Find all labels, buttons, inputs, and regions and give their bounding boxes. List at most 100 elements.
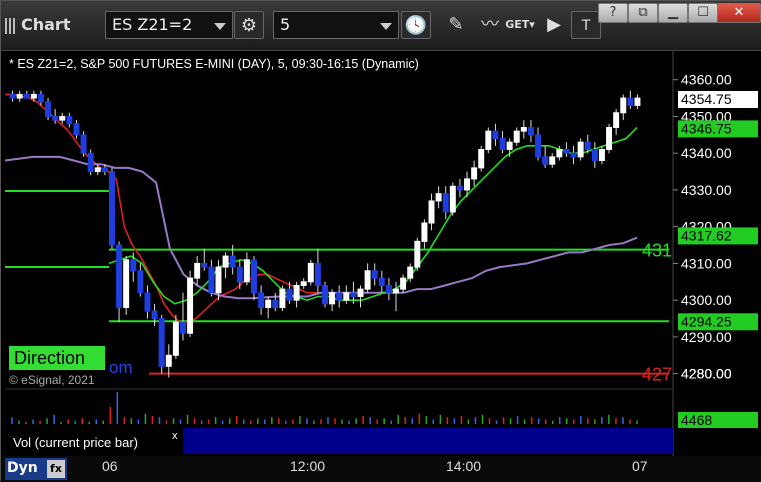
text-icon: T	[581, 18, 591, 34]
candle-body	[272, 299, 279, 309]
grip-icon[interactable]	[5, 17, 17, 34]
candle-body	[108, 171, 115, 246]
price-tick-label: 4310.00	[681, 255, 732, 271]
candle-body	[542, 156, 549, 165]
candle-body	[598, 149, 605, 162]
price-label: 4346.75	[681, 120, 732, 136]
candle-body	[364, 270, 371, 290]
candle-body	[577, 141, 584, 158]
price-label: 4280.00	[681, 366, 732, 382]
symbol-input[interactable]: ES Z21=2	[105, 11, 233, 39]
vol-close-icon[interactable]: x	[172, 430, 178, 442]
candle-body	[165, 354, 172, 367]
candle-body	[123, 259, 130, 309]
candle-body	[371, 270, 378, 279]
candle-body	[137, 270, 144, 294]
candle-body	[116, 244, 123, 309]
candle-body	[222, 255, 229, 268]
candle-body	[258, 292, 265, 309]
get-icon: GET▾	[505, 18, 535, 31]
close-button[interactable]: ✕	[717, 3, 761, 23]
help-button[interactable]: ?	[598, 3, 628, 23]
candle-body	[293, 284, 300, 301]
candle-body	[300, 281, 307, 286]
candle-body	[620, 97, 627, 114]
help-icon: ?	[609, 5, 617, 20]
candle-body	[343, 292, 350, 301]
clock-button[interactable]: 🕓	[401, 11, 431, 39]
partial-label: om	[109, 358, 133, 377]
candle-body	[94, 167, 101, 173]
candle-body	[400, 277, 407, 290]
candle-body	[251, 259, 257, 294]
link-button[interactable]: ⧉	[628, 3, 658, 23]
symbol-value: ES Z21=2	[112, 15, 193, 34]
candle-body	[471, 167, 478, 180]
bottom-bar: Dyn fx	[1, 456, 761, 482]
candle-body	[535, 134, 542, 158]
interval-input[interactable]: 5	[273, 11, 399, 39]
candle-body	[485, 130, 492, 151]
candle-body	[151, 310, 158, 320]
volume-last-label: 4468	[681, 412, 712, 428]
direction-label: Direction	[14, 348, 85, 368]
get-button[interactable]: GET▾	[505, 11, 535, 39]
candle-body	[9, 93, 16, 99]
candle-body	[414, 240, 421, 268]
candle-body	[130, 259, 137, 272]
text-tool-button[interactable]: T	[571, 11, 601, 39]
candle-body	[627, 97, 634, 106]
candle-body	[393, 288, 399, 294]
minimize-icon: ▁	[668, 5, 678, 20]
fx-icon[interactable]: fx	[47, 460, 65, 478]
candle-body	[59, 115, 66, 121]
candle-body	[606, 126, 613, 151]
price-chart[interactable]: * ES Z21=2, S&P 500 FUTURES E-MINI (DAY)…	[1, 51, 761, 456]
candle-body	[37, 93, 44, 103]
candle-body	[144, 292, 151, 312]
close-icon: ✕	[733, 5, 745, 20]
settings-gear-button[interactable]: ⚙	[234, 11, 264, 39]
candle-body	[172, 321, 179, 356]
dyn-button[interactable]: Dyn fx	[5, 458, 67, 480]
app-title[interactable]: Chart	[5, 15, 70, 34]
candle-body	[229, 255, 236, 268]
candle-body	[329, 292, 336, 305]
study-button[interactable]: 〰	[475, 11, 505, 39]
candle-body	[87, 152, 94, 173]
candle-body	[385, 284, 392, 294]
maximize-button[interactable]: ☐	[688, 3, 718, 23]
candle-body	[378, 277, 385, 286]
candle-body	[243, 259, 250, 283]
candle-body	[357, 288, 364, 297]
candle-body	[16, 93, 23, 99]
candle-body	[215, 266, 222, 294]
play-button[interactable]: ▶	[539, 11, 569, 39]
candle-body	[613, 112, 620, 128]
copyright: © eSignal, 2021	[9, 373, 95, 387]
candle-body	[591, 149, 598, 162]
candle-body	[236, 266, 243, 283]
price-tick-label: 4300.00	[681, 292, 732, 308]
app-title-label: Chart	[21, 15, 71, 34]
level-edge-label: 431	[642, 241, 672, 261]
candle-body	[435, 193, 442, 202]
candle-body	[506, 141, 513, 151]
candle-body	[307, 262, 314, 283]
dyn-label: Dyn	[7, 460, 38, 476]
toolbar: Chart ES Z21=2 ⚙ 5 🕓 ✎ 〰 GET▾ ▶ T ? ⧉ ▁ …	[1, 1, 761, 51]
chart-header: * ES Z21=2, S&P 500 FUTURES E-MINI (DAY)…	[9, 57, 419, 71]
draw-tool-button[interactable]: ✎	[441, 11, 471, 39]
candle-body	[499, 137, 506, 151]
price-tick-label: 4290.00	[681, 329, 732, 345]
interval-value: 5	[280, 15, 291, 34]
candle-body	[407, 266, 414, 279]
candle-body	[101, 167, 108, 173]
chevron-down-icon[interactable]	[380, 23, 392, 30]
candle-body	[208, 266, 215, 294]
minimize-button[interactable]: ▁	[658, 3, 688, 23]
chevron-down-icon[interactable]	[214, 23, 226, 30]
pencil-icon: ✎	[448, 14, 464, 35]
price-tick-label: 4330.00	[681, 182, 732, 198]
candle-body	[563, 149, 570, 154]
